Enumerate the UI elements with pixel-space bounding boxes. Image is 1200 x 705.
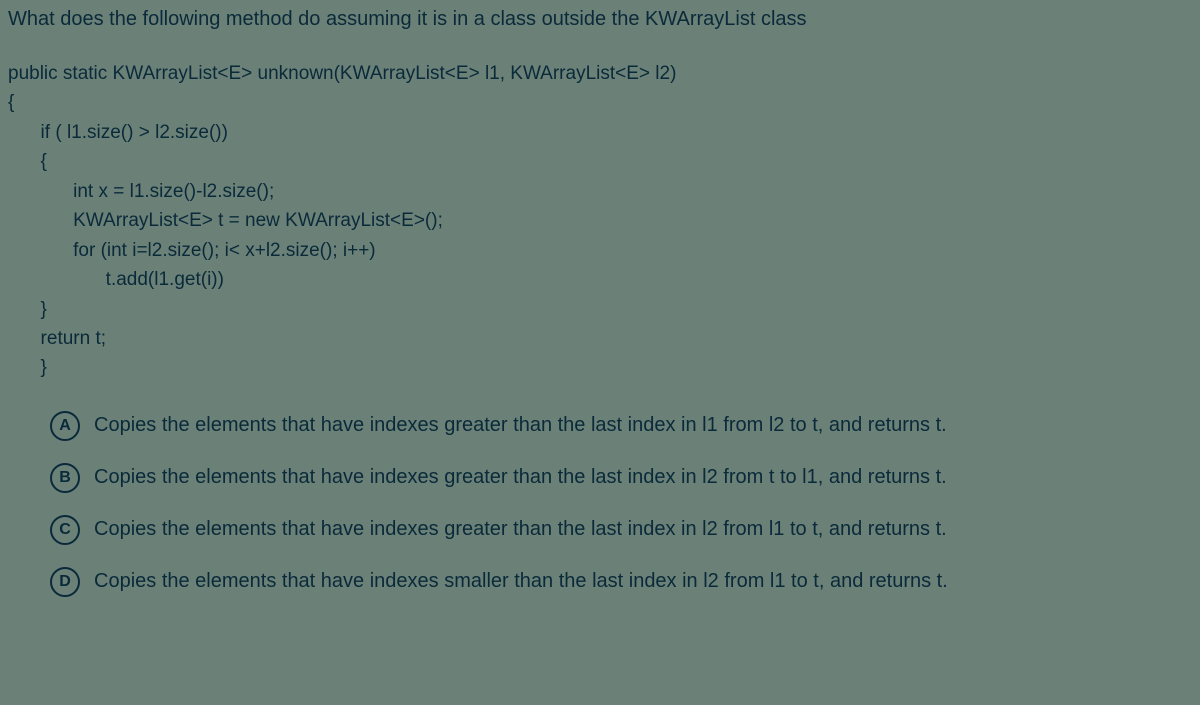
option-letter-icon: C <box>50 515 80 545</box>
code-line: } <box>8 353 1192 382</box>
option-text: Copies the elements that have indexes sm… <box>94 570 948 593</box>
code-line: } <box>8 295 1192 324</box>
options-list: A Copies the elements that have indexes … <box>8 411 1192 597</box>
option-letter-icon: A <box>50 411 80 441</box>
option-d[interactable]: D Copies the elements that have indexes … <box>50 567 1192 597</box>
option-text: Copies the elements that have indexes gr… <box>94 518 947 541</box>
code-line: if ( l1.size() > l2.size()) <box>8 118 1192 147</box>
code-line: { <box>8 88 1192 117</box>
code-line: public static KWArrayList<E> unknown(KWA… <box>8 59 1192 88</box>
code-line: KWArrayList<E> t = new KWArrayList<E>(); <box>8 206 1192 235</box>
option-a[interactable]: A Copies the elements that have indexes … <box>50 411 1192 441</box>
option-text: Copies the elements that have indexes gr… <box>94 414 947 437</box>
code-line: int x = l1.size()-l2.size(); <box>8 177 1192 206</box>
code-line: return t; <box>8 324 1192 353</box>
code-line: t.add(l1.get(i)) <box>8 265 1192 294</box>
option-letter-icon: B <box>50 463 80 493</box>
option-letter-icon: D <box>50 567 80 597</box>
code-line: for (int i=l2.size(); i< x+l2.size(); i+… <box>8 236 1192 265</box>
question-prompt: What does the following method do assumi… <box>8 8 1192 31</box>
code-block: public static KWArrayList<E> unknown(KWA… <box>8 59 1192 383</box>
option-b[interactable]: B Copies the elements that have indexes … <box>50 463 1192 493</box>
code-line: { <box>8 147 1192 176</box>
option-c[interactable]: C Copies the elements that have indexes … <box>50 515 1192 545</box>
option-text: Copies the elements that have indexes gr… <box>94 466 947 489</box>
